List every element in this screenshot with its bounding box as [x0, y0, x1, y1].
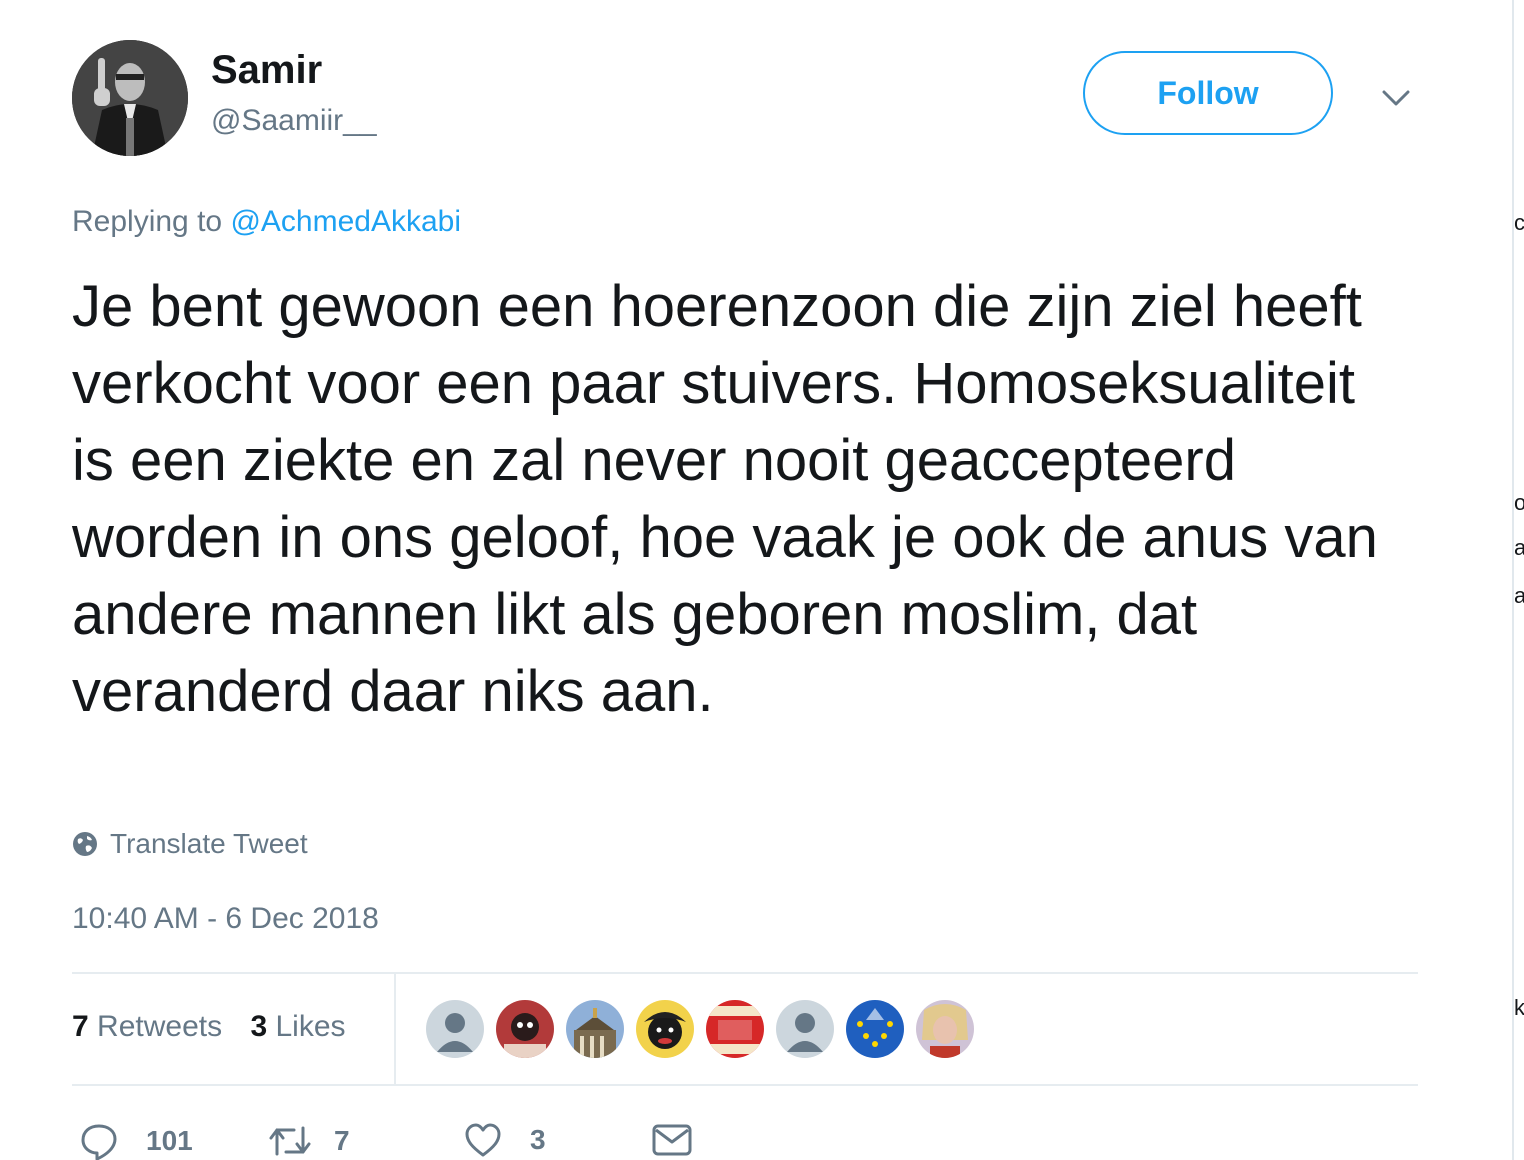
divider	[72, 1084, 1418, 1086]
likes-count: 3	[250, 1010, 268, 1043]
tweet: Samir @Saamiir__ Follow Replying to @Ach…	[72, 0, 1418, 1160]
edge-glyph: c	[1514, 210, 1524, 235]
tweet-stats: 7 Retweets 3 Likes	[72, 1010, 366, 1044]
adjacent-panel-edge	[1512, 0, 1524, 1160]
liker-avatar[interactable]	[636, 1000, 694, 1058]
liker-avatar[interactable]	[846, 1000, 904, 1058]
liker-avatar[interactable]	[916, 1000, 974, 1058]
like-count: 3	[530, 1124, 546, 1155]
user-handle[interactable]: @Saamiir__	[211, 104, 377, 138]
divider	[72, 972, 1418, 974]
likes-label: Likes	[275, 1010, 346, 1043]
tweet-actions: 101 7 3	[72, 1118, 772, 1160]
liker-avatar[interactable]	[496, 1000, 554, 1058]
translate-tweet-link[interactable]: Translate Tweet	[72, 828, 308, 860]
default-avatar-icon	[426, 1000, 484, 1058]
avatar[interactable]	[72, 40, 188, 156]
liker-avatar[interactable]	[426, 1000, 484, 1058]
user-avatar	[636, 1000, 694, 1058]
retweets-count: 7	[72, 1010, 89, 1043]
liker-avatar[interactable]	[776, 1000, 834, 1058]
liker-avatar[interactable]	[706, 1000, 764, 1058]
retweets-stat[interactable]: 7 Retweets	[72, 1010, 222, 1043]
follow-button[interactable]: Follow	[1083, 51, 1333, 135]
user-avatar	[496, 1000, 554, 1058]
retweets-label: Retweets	[97, 1010, 223, 1043]
edge-glyph: a	[1514, 535, 1524, 560]
divider	[394, 974, 396, 1086]
retweet-count: 7	[334, 1125, 350, 1156]
replying-to-label: Replying to	[72, 205, 223, 238]
edge-glyph: a	[1514, 583, 1524, 608]
edge-glyph: k	[1514, 995, 1524, 1020]
likes-stat[interactable]: 3 Likes	[250, 1010, 345, 1043]
heart-icon	[465, 1123, 501, 1157]
globe-icon	[73, 832, 97, 856]
retweet-button[interactable]: 7	[268, 1124, 350, 1158]
reply-button[interactable]: 101	[80, 1122, 193, 1160]
user-avatar	[846, 1000, 904, 1058]
translate-tweet-label: Translate Tweet	[110, 828, 308, 859]
chevron-down-icon[interactable]	[1378, 80, 1414, 116]
retweet-icon	[269, 1126, 311, 1156]
profile-photo	[72, 40, 188, 156]
display-name[interactable]: Samir	[211, 48, 322, 93]
reply-count: 101	[146, 1125, 193, 1156]
edge-glyph: o	[1514, 490, 1524, 515]
direct-message-button[interactable]	[652, 1124, 692, 1156]
tweet-timestamp[interactable]: 10:40 AM - 6 Dec 2018	[72, 902, 379, 936]
like-button[interactable]: 3	[464, 1122, 546, 1158]
liker-avatar[interactable]	[566, 1000, 624, 1058]
reply-mention-link[interactable]: @AchmedAkkabi	[230, 205, 461, 238]
tweet-text: Je bent gewoon een hoerenzoon die zijn z…	[72, 274, 1378, 724]
default-avatar-icon	[776, 1000, 834, 1058]
reply-icon	[81, 1124, 117, 1160]
envelope-icon	[652, 1124, 692, 1156]
user-avatar	[566, 1000, 624, 1058]
liker-avatars	[426, 1000, 986, 1058]
user-avatar	[916, 1000, 974, 1058]
replying-to: Replying to @AchmedAkkabi	[72, 205, 461, 239]
user-avatar	[706, 1000, 764, 1058]
